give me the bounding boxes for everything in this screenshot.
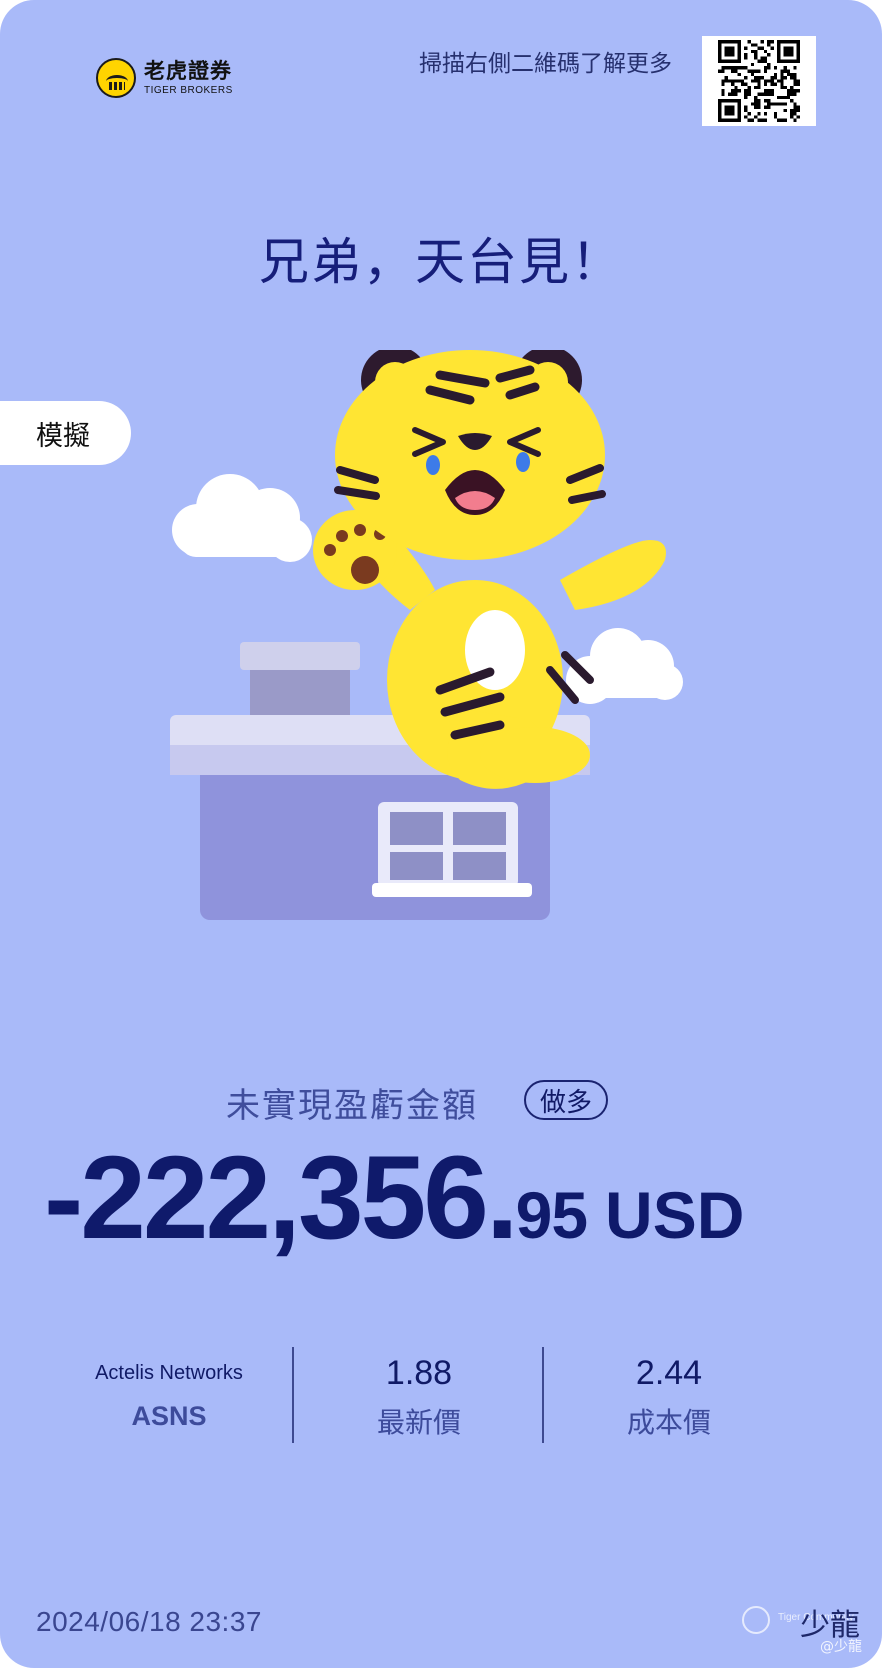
- pnl-amount: -222,356.95 USD: [44, 1130, 744, 1266]
- stats-divider: [292, 1347, 294, 1443]
- tiger-logo-icon: [96, 58, 136, 98]
- cost-price-label: 成本價: [626, 1406, 711, 1439]
- share-card: 老虎證券 TIGER BROKERS 掃描右側二維碼了解更多 兄弟，天台見！ 模…: [0, 0, 882, 1668]
- pnl-amount-decimal: 95: [515, 1178, 588, 1252]
- community-watermark: Tiger Community 少龍 @少龍: [738, 1598, 878, 1658]
- stats-divider: [542, 1347, 544, 1443]
- stock-info: Actelis Networks ASNS: [45, 1345, 293, 1445]
- last-price-label: 最新價: [376, 1406, 461, 1439]
- pnl-amount-integer: -222,356.: [44, 1132, 519, 1264]
- last-price-stat: 1.88 最新價: [295, 1345, 543, 1445]
- unrealized-pnl-label: 未實現盈虧金額: [226, 1086, 478, 1126]
- ticker-symbol: ASNS: [131, 1401, 207, 1431]
- last-price-value: 1.88: [385, 1353, 453, 1392]
- watermark-author-handle: @少龍: [820, 1639, 862, 1655]
- cost-price-stat: 2.44 成本價: [545, 1345, 793, 1445]
- headline: 兄弟，天台見！: [259, 233, 623, 291]
- company-name: Actelis Networks: [95, 1361, 243, 1384]
- simulation-tag: 模擬: [0, 401, 131, 465]
- brand-name-en: TIGER BROKERS: [144, 84, 233, 96]
- tiger-brokers-logo: 老虎證券 TIGER BROKERS: [96, 58, 233, 98]
- community-logo-icon: [742, 1606, 770, 1634]
- scan-hint-text: 掃描右側二維碼了解更多: [419, 51, 672, 77]
- pnl-currency: USD: [605, 1178, 745, 1252]
- crying-tiger-illustration: [170, 350, 683, 920]
- qr-code-icon: [702, 36, 816, 126]
- cost-price-value: 2.44: [635, 1353, 703, 1392]
- stats-row: Actelis Networks ASNS 1.88 最新價 2.44 成本價: [45, 1345, 795, 1445]
- timestamp: 2024/06/18 23:37: [36, 1606, 262, 1637]
- brand-name-cn: 老虎證券: [144, 58, 232, 83]
- position-long-badge: 做多: [524, 1080, 608, 1120]
